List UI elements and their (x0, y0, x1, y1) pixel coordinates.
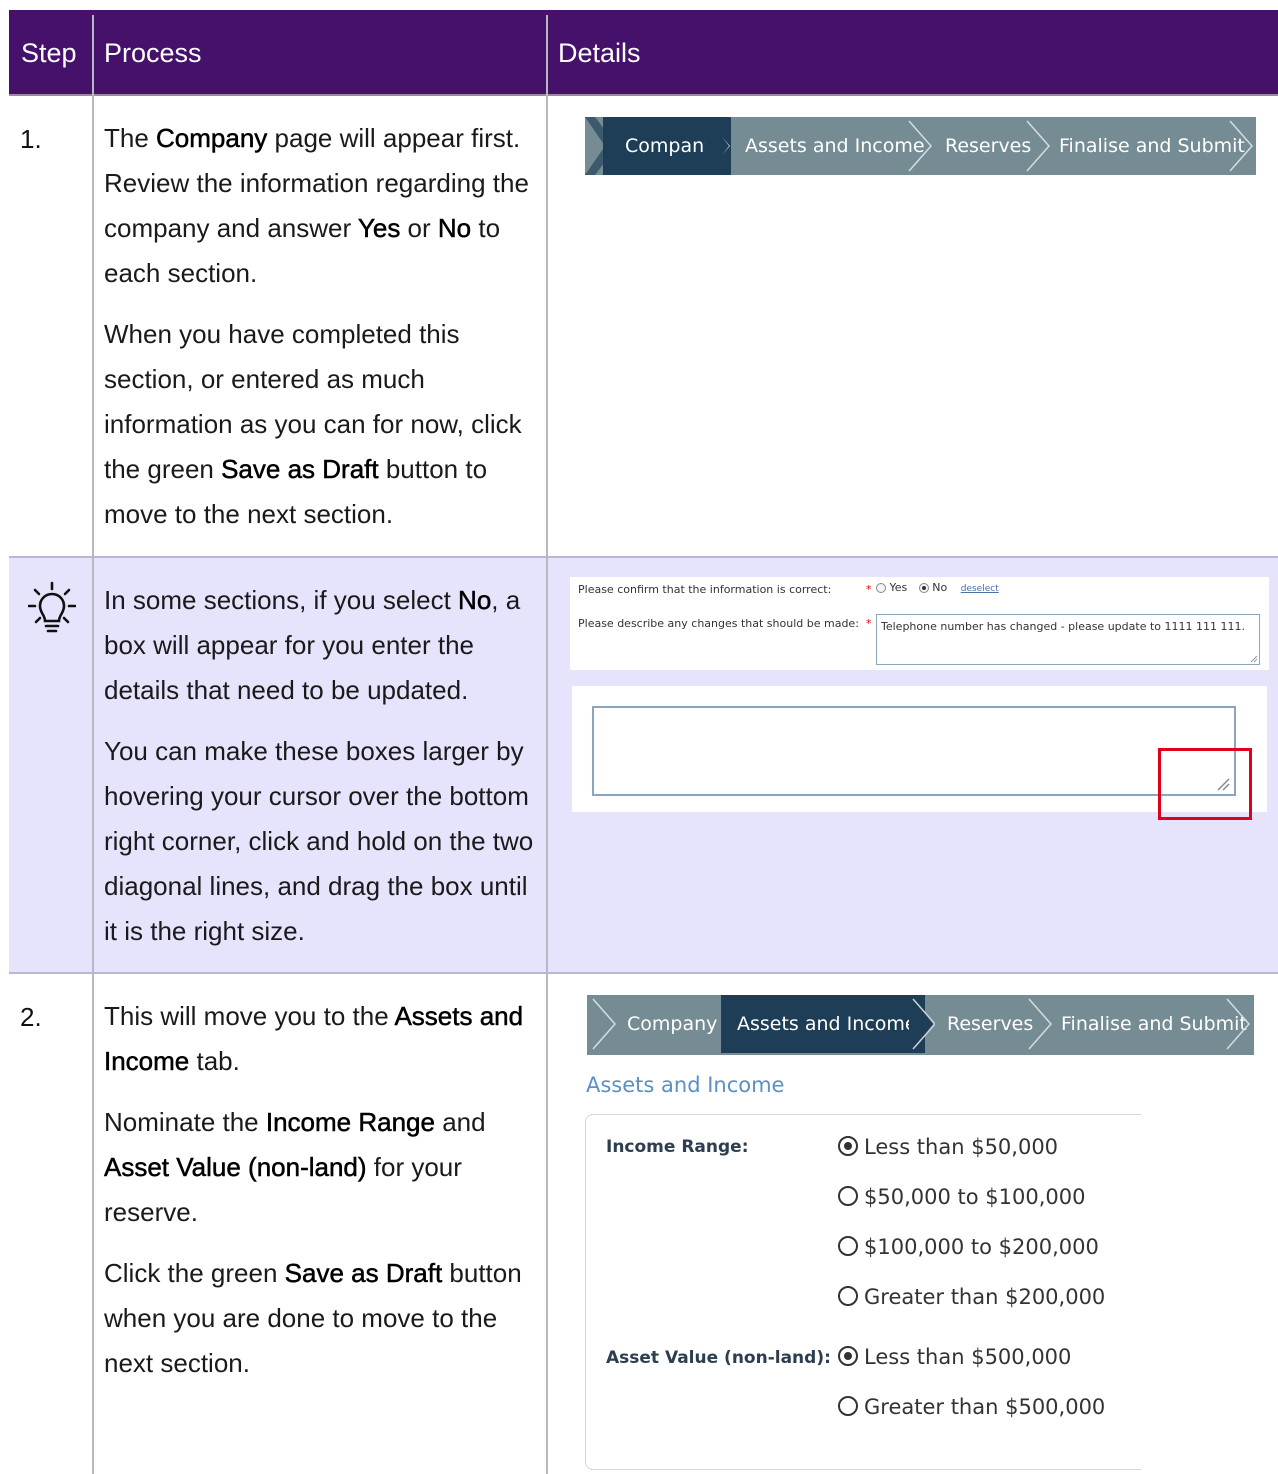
instruction-table: Step Process Details 1. The Company page… (0, 0, 1278, 1474)
step1-paragraph: When you have completed this section, or… (104, 319, 522, 529)
chevron-icon (1026, 120, 1050, 172)
income-option[interactable]: Greater than $200,000 (838, 1285, 1105, 1309)
radio-icon[interactable] (838, 1286, 858, 1306)
resize-highlight-box (1158, 748, 1252, 820)
crumb-company[interactable]: Company (627, 995, 717, 1053)
chevron-icon (1028, 998, 1052, 1050)
step2-paragraph: Nominate the Income Range and Asset Valu… (104, 1107, 486, 1227)
radio-selected-icon[interactable] (838, 1136, 858, 1156)
crumb-finalise-submit[interactable]: Finalise and Submit (1061, 995, 1247, 1053)
income-option[interactable]: Less than $50,000 (838, 1135, 1058, 1159)
asset-option[interactable]: Less than $500,000 (838, 1345, 1071, 1369)
header-details: Details (558, 38, 641, 68)
crumb-finalise-submit[interactable]: Finalise and Submit (1059, 117, 1245, 175)
radio-icon[interactable] (838, 1236, 858, 1256)
column-divider (92, 15, 94, 1474)
step2-process-text: This will move you to the Assets and Inc… (104, 994, 542, 1402)
required-marker: * (866, 617, 872, 630)
chevron-icon (909, 995, 935, 1053)
step2-paragraph: This will move you to the Assets and Inc… (104, 1001, 524, 1077)
confirm-form-panel: Please confirm that the information is c… (570, 577, 1269, 670)
crumb-reserves[interactable]: Reserves (945, 117, 1031, 175)
radio-icon[interactable] (838, 1186, 858, 1206)
no-label: No (932, 581, 948, 594)
step-number: 1. (20, 124, 42, 154)
chevron-icon (1229, 120, 1253, 172)
step1-progress-breadcrumb: Company Assets and Income Reserves Final… (585, 117, 1256, 175)
header-process: Process (104, 38, 202, 68)
income-option[interactable]: $50,000 to $100,000 (838, 1185, 1085, 1209)
step1-process-text: The Company page will appear first. Revi… (104, 116, 542, 553)
yes-radio[interactable] (876, 583, 886, 593)
income-option[interactable]: $100,000 to $200,000 (838, 1235, 1099, 1259)
tip-paragraph: In some sections, if you select No, a bo… (104, 585, 521, 705)
income-range-label: Income Range: (606, 1137, 749, 1157)
expandable-textarea[interactable] (592, 706, 1236, 796)
deselect-link[interactable]: deselect (961, 584, 999, 594)
radio-selected-icon[interactable] (838, 1346, 858, 1366)
confirm-radio-group: Yes No deselect (876, 581, 999, 594)
asset-option[interactable]: Greater than $500,000 (838, 1395, 1105, 1419)
chevron-icon (592, 998, 616, 1050)
step2-paragraph: Click the green Save as Draft button whe… (104, 1258, 522, 1378)
crumb-assets-income[interactable]: Assets and Income (721, 995, 925, 1053)
step-number: 2. (20, 1002, 42, 1032)
tip-process-text: In some sections, if you select No, a bo… (104, 578, 542, 970)
lightbulb-icon (28, 581, 76, 633)
confirm-label: Please confirm that the information is c… (578, 583, 832, 596)
resize-handle-icon[interactable] (1250, 655, 1258, 663)
chevron-icon (908, 120, 932, 172)
asset-value-label: Asset Value (non-land): (606, 1348, 831, 1368)
yes-label: Yes (889, 581, 908, 594)
header-step: Step (21, 38, 77, 68)
describe-label: Please describe any changes that should … (578, 617, 859, 630)
no-radio[interactable] (918, 583, 929, 593)
required-marker: * (866, 583, 872, 596)
describe-textarea[interactable]: Telephone number has changed - please up… (876, 614, 1260, 665)
crumb-reserves[interactable]: Reserves (947, 995, 1033, 1053)
crumb-assets-income[interactable]: Assets and Income (745, 117, 925, 175)
tip-paragraph: You can make these boxes larger by hover… (104, 736, 534, 946)
section-title: Assets and Income (586, 1073, 785, 1097)
describe-value: Telephone number has changed - please up… (881, 620, 1245, 633)
step2-progress-breadcrumb: Company Assets and Income Reserves Final… (587, 995, 1254, 1055)
column-divider (546, 15, 548, 1474)
step1-paragraph: The Company page will appear first. Revi… (104, 123, 529, 288)
table-header: Step Process Details (9, 10, 1278, 96)
chevron-icon (705, 117, 730, 175)
chevron-icon (1226, 998, 1250, 1050)
radio-icon[interactable] (838, 1396, 858, 1416)
